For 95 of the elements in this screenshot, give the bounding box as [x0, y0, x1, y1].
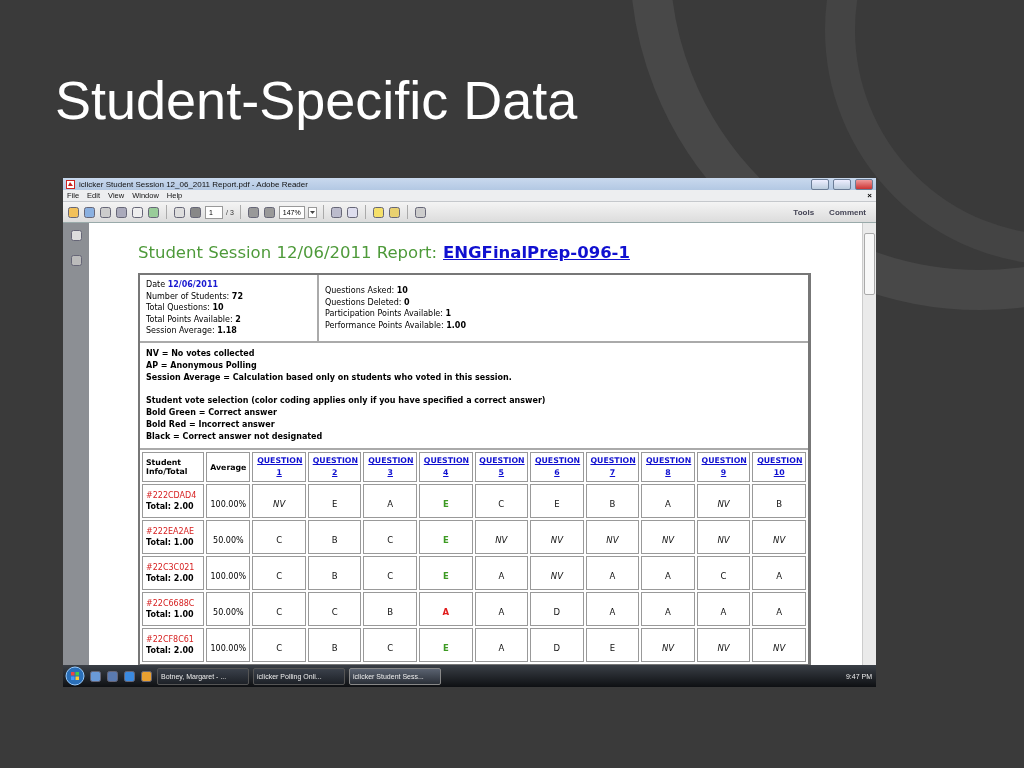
table-cell: C: [252, 520, 306, 554]
summary-line: Performance Points Available: 1.00: [325, 319, 467, 331]
table-cell: NV: [752, 520, 806, 554]
table-cell: 100.00%: [206, 484, 251, 518]
close-button[interactable]: [855, 178, 873, 190]
table-cell: A: [585, 556, 640, 590]
legend-line: Bold Green = Correct answer: [146, 407, 278, 419]
legend-line: Session Average = Calculation based only on students who voted in this session.: [146, 372, 513, 384]
table-cell: C: [363, 556, 417, 590]
panel-tab[interactable]: Comment: [823, 207, 872, 217]
start-button[interactable]: [65, 666, 85, 686]
student-total: Total: 1.00: [146, 610, 195, 619]
legend-line: AP = Anonymous Polling: [146, 360, 258, 372]
table-cell: C: [363, 520, 417, 554]
table-cell: D: [530, 592, 584, 626]
table-cell: C: [252, 592, 306, 626]
table-cell: A: [696, 592, 751, 626]
student-total: Total: 2.00: [146, 502, 195, 511]
table-cell: D: [530, 628, 584, 662]
minimize-button[interactable]: [811, 178, 829, 190]
table-cell: A: [419, 592, 473, 626]
student-total: Total: 2.00: [146, 646, 195, 655]
table-cell: B: [585, 484, 640, 518]
table-cell: A: [641, 484, 695, 518]
table-cell: 50.00%: [206, 520, 251, 554]
table-cell: NV: [474, 520, 529, 554]
student-id: #22CF8C61: [146, 635, 195, 644]
table-cell: C: [307, 592, 362, 626]
summary-line: Total Questions: 10: [146, 302, 225, 314]
table-cell: A: [474, 628, 529, 662]
table-cell: 100.00%: [206, 556, 251, 590]
student-id: #22C3C021: [146, 563, 196, 572]
pdf-icon: [66, 179, 75, 189]
student-id: #222EA2AE: [146, 527, 196, 536]
scrollbar[interactable]: [862, 223, 876, 665]
legend-line: Bold Red = Incorrect answer: [146, 419, 276, 431]
table-cell: A: [641, 556, 695, 590]
table-cell: E: [530, 484, 584, 518]
table-cell: A: [474, 592, 529, 626]
summary-line: Total Points Available: 2: [146, 313, 242, 326]
summary-line: Participation Points Available: 1: [325, 308, 453, 320]
slide-title: Student-Specific Data: [55, 69, 579, 132]
table-cell: E: [585, 628, 640, 662]
window-title: iclicker Student Session 12_06_2011 Report.pdf - Adobe Reader: [79, 179, 309, 189]
table-cell: E: [307, 484, 362, 518]
table-cell: C: [696, 556, 751, 590]
legend-line: Student vote selection (color coding applies only if you have specified a correct answer): [146, 395, 547, 407]
student-total: Total: 2.00: [146, 574, 195, 583]
summary-line: Number of Students: 72: [146, 290, 244, 303]
table-cell: NV: [696, 520, 751, 554]
report-title: Student Session 12/06/2011 Report:: [138, 243, 437, 262]
table-cell: C: [252, 556, 306, 590]
maximize-button[interactable]: [833, 178, 851, 190]
student-id: #22C6688C: [146, 599, 196, 608]
table-cell: NV: [696, 484, 751, 518]
summary-line: Date 12/06/2011: [146, 279, 220, 291]
legend-line: NV = No votes collected: [146, 348, 256, 360]
table-cell: A: [585, 592, 640, 626]
table-cell: B: [363, 592, 417, 626]
student-id: #222CDAD4: [146, 491, 198, 500]
summary-line: Questions Asked: 10: [325, 285, 409, 297]
summary-line: Session Average: 1.18: [146, 325, 238, 337]
table-cell: NV: [641, 520, 695, 554]
table-cell: B: [752, 484, 806, 518]
table-cell: B: [307, 556, 362, 590]
table-cell: NV: [752, 628, 806, 662]
table-cell: A: [641, 592, 695, 626]
summary-line: Questions Deleted: 0: [325, 296, 411, 308]
table-cell: E: [419, 520, 473, 554]
table-cell: B: [307, 628, 362, 662]
table-cell: 50.00%: [206, 592, 251, 626]
table-cell: C: [474, 484, 529, 518]
table-cell: NV: [585, 520, 640, 554]
report-link[interactable]: ENGFinalPrep-096-1: [443, 243, 630, 262]
panel-tab[interactable]: Tools: [787, 207, 821, 217]
table-cell: NV: [252, 484, 306, 518]
table-cell: E: [419, 628, 473, 662]
table-cell: A: [752, 592, 806, 626]
table-cell: NV: [641, 628, 695, 662]
table-cell: B: [307, 520, 362, 554]
table-cell: E: [419, 484, 473, 518]
legend-line: Black = Correct answer not designated: [146, 431, 324, 443]
table-cell: 100.00%: [206, 628, 251, 662]
table-cell: NV: [530, 520, 584, 554]
table-cell: C: [252, 628, 306, 662]
table-cell: NV: [696, 628, 751, 662]
table-cell: A: [474, 556, 529, 590]
dropdown-icon[interactable]: [307, 206, 317, 218]
table-cell: A: [752, 556, 806, 590]
table-cell: A: [363, 484, 417, 518]
table-cell: E: [419, 556, 473, 590]
table-cell: C: [363, 628, 417, 662]
student-total: Total: 1.00: [146, 538, 195, 547]
table-cell: NV: [530, 556, 584, 590]
close-document-button[interactable]: ×: [867, 191, 872, 200]
